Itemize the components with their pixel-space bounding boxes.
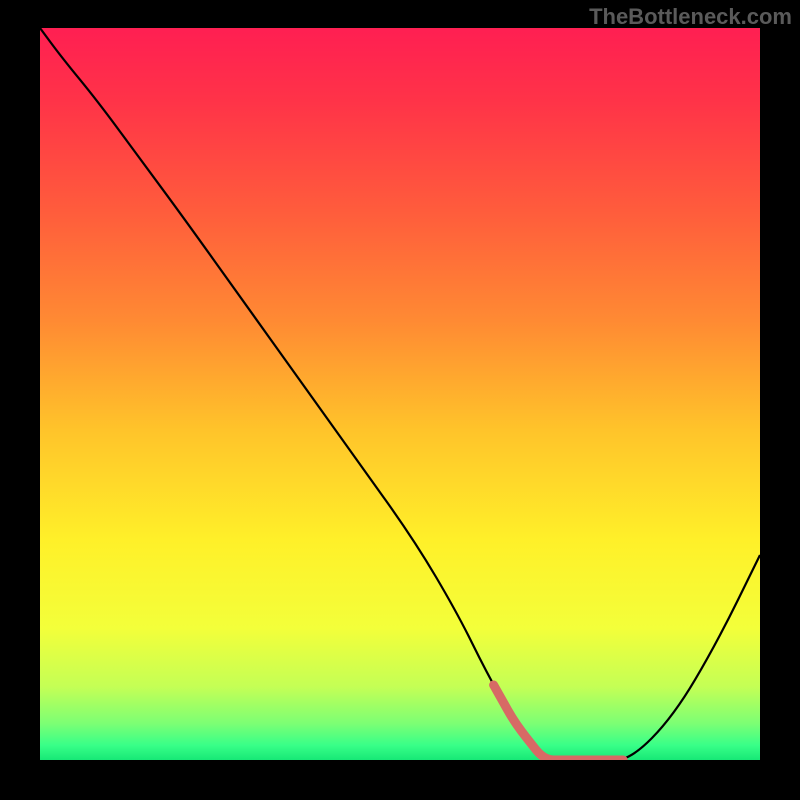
curve-layer — [40, 28, 760, 760]
watermark-text: TheBottleneck.com — [589, 4, 792, 30]
bottleneck-curve — [40, 28, 760, 760]
plot-area — [40, 28, 760, 760]
highlight-segment — [494, 685, 624, 760]
chart-container: TheBottleneck.com — [0, 0, 800, 800]
